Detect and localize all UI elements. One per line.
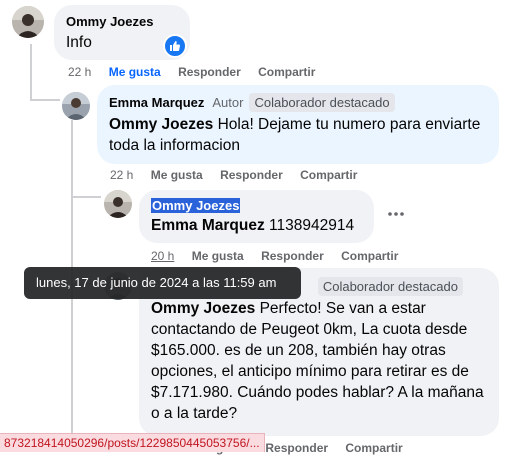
status-bar-url: 873218414050296/posts/1229850445053756/.…: [0, 433, 265, 452]
like-thumb-icon[interactable]: [163, 34, 187, 58]
comment-time[interactable]: 22 h: [110, 168, 133, 182]
selected-text: Ommy Joezes: [151, 198, 241, 213]
status-badge: Colaborador destacado: [317, 277, 463, 296]
comment-body: Perfecto! Se van a estar contactando de …: [151, 300, 484, 422]
comment-author[interactable]: Ommy Joezes: [66, 14, 178, 29]
comment-actions: 20 h Me gusta Responder Compartir: [151, 249, 412, 263]
share-button[interactable]: Compartir: [258, 65, 315, 79]
comment-text: Emma Marquez 1138942914: [151, 215, 362, 236]
comment-bubble: Emma Marquez Autor Colaborador destacado…: [97, 85, 499, 164]
comment-actions: 22 h Me gusta Responder Compartir: [68, 65, 329, 79]
reply-button[interactable]: Responder: [261, 249, 324, 263]
comment-body: 1138942914: [269, 217, 355, 234]
reply-button[interactable]: Responder: [178, 65, 241, 79]
status-badge: Colaborador destacado: [249, 93, 395, 112]
avatar[interactable]: [12, 6, 44, 38]
more-options-icon[interactable]: [384, 206, 408, 222]
like-button[interactable]: Me gusta: [109, 65, 161, 79]
comment-text: Ommy Joezes Hola! Dejame tu numero para …: [109, 114, 487, 156]
thread-line: [30, 99, 60, 101]
comment-time[interactable]: 20 h: [151, 249, 174, 263]
thread-line: [30, 44, 32, 100]
comment-author[interactable]: Emma Marquez: [109, 95, 204, 110]
thread-line: [71, 196, 101, 198]
comment-text: Ommy Joezes Perfecto! Se van a estar con…: [151, 298, 487, 424]
avatar[interactable]: [62, 92, 90, 120]
comment-author[interactable]: Ommy Joezes: [151, 198, 362, 213]
reply-button[interactable]: Responder: [220, 168, 283, 182]
mention-link[interactable]: Ommy Joezes: [109, 116, 213, 133]
share-button[interactable]: Compartir: [300, 168, 357, 182]
comment-actions: 22 h Me gusta Responder Compartir: [110, 168, 371, 182]
mention-link[interactable]: Emma Marquez: [151, 217, 265, 234]
like-button[interactable]: Me gusta: [192, 249, 244, 263]
reply-button[interactable]: Responder: [265, 441, 328, 455]
comment-time[interactable]: 22 h: [68, 65, 91, 79]
mention-link[interactable]: Ommy Joezes: [151, 300, 255, 317]
like-button[interactable]: Me gusta: [151, 168, 203, 182]
timestamp-tooltip: lunes, 17 de junio de 2024 a las 11:59 a…: [24, 267, 301, 299]
comment-text: Info: [66, 34, 92, 51]
comment-bubble: Ommy Joezes Emma Marquez 1138942914: [139, 190, 374, 243]
share-button[interactable]: Compartir: [345, 441, 402, 455]
avatar[interactable]: [104, 190, 132, 218]
author-label: Autor: [212, 95, 244, 110]
share-button[interactable]: Compartir: [341, 249, 398, 263]
